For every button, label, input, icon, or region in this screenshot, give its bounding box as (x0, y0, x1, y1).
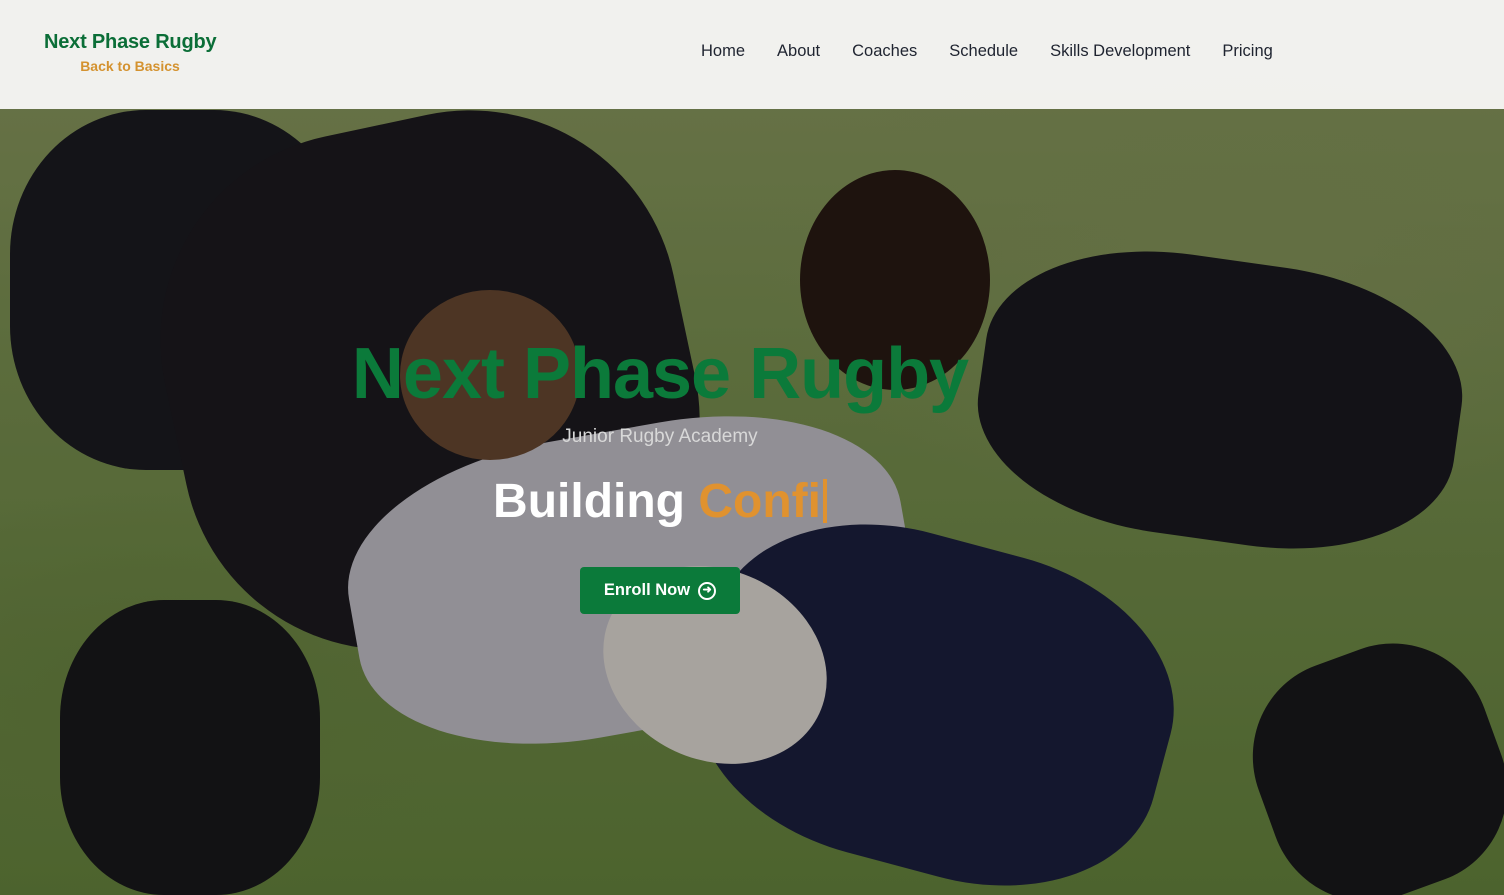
brand-subtitle: Back to Basics (80, 58, 180, 74)
hero-tagline: Junior Rugby Academy (562, 426, 758, 447)
typed-static-text: Building (493, 475, 685, 528)
nav-about[interactable]: About (777, 42, 820, 61)
nav-pricing[interactable]: Pricing (1222, 42, 1272, 61)
typed-dynamic-text: Confi (698, 475, 821, 528)
arrow-right-circle-icon: ➜ (698, 581, 717, 600)
typed-headline: Building Confi (0, 474, 1320, 530)
enroll-now-button[interactable]: Enroll Now ➜ (579, 567, 741, 614)
brand-logo[interactable]: Next Phase Rugby Back to Basics (44, 31, 217, 74)
nav-schedule[interactable]: Schedule (949, 42, 1018, 61)
typing-cursor (822, 479, 827, 523)
hero-title: Next Phase Rugby (351, 334, 969, 414)
site-header: Next Phase Rugby Back to Basics Home Abo… (0, 0, 1504, 109)
nav-skills-development[interactable]: Skills Development (1050, 42, 1190, 61)
nav-home[interactable]: Home (701, 42, 745, 61)
enroll-now-label: Enroll Now (603, 581, 691, 599)
brand-title: Next Phase Rugby (44, 31, 217, 53)
main-nav: Home About Coaches Schedule Skills Devel… (701, 42, 1273, 61)
nav-coaches[interactable]: Coaches (852, 42, 917, 61)
hero-content: Next Phase Rugby Junior Rugby Academy Bu… (0, 330, 1320, 614)
